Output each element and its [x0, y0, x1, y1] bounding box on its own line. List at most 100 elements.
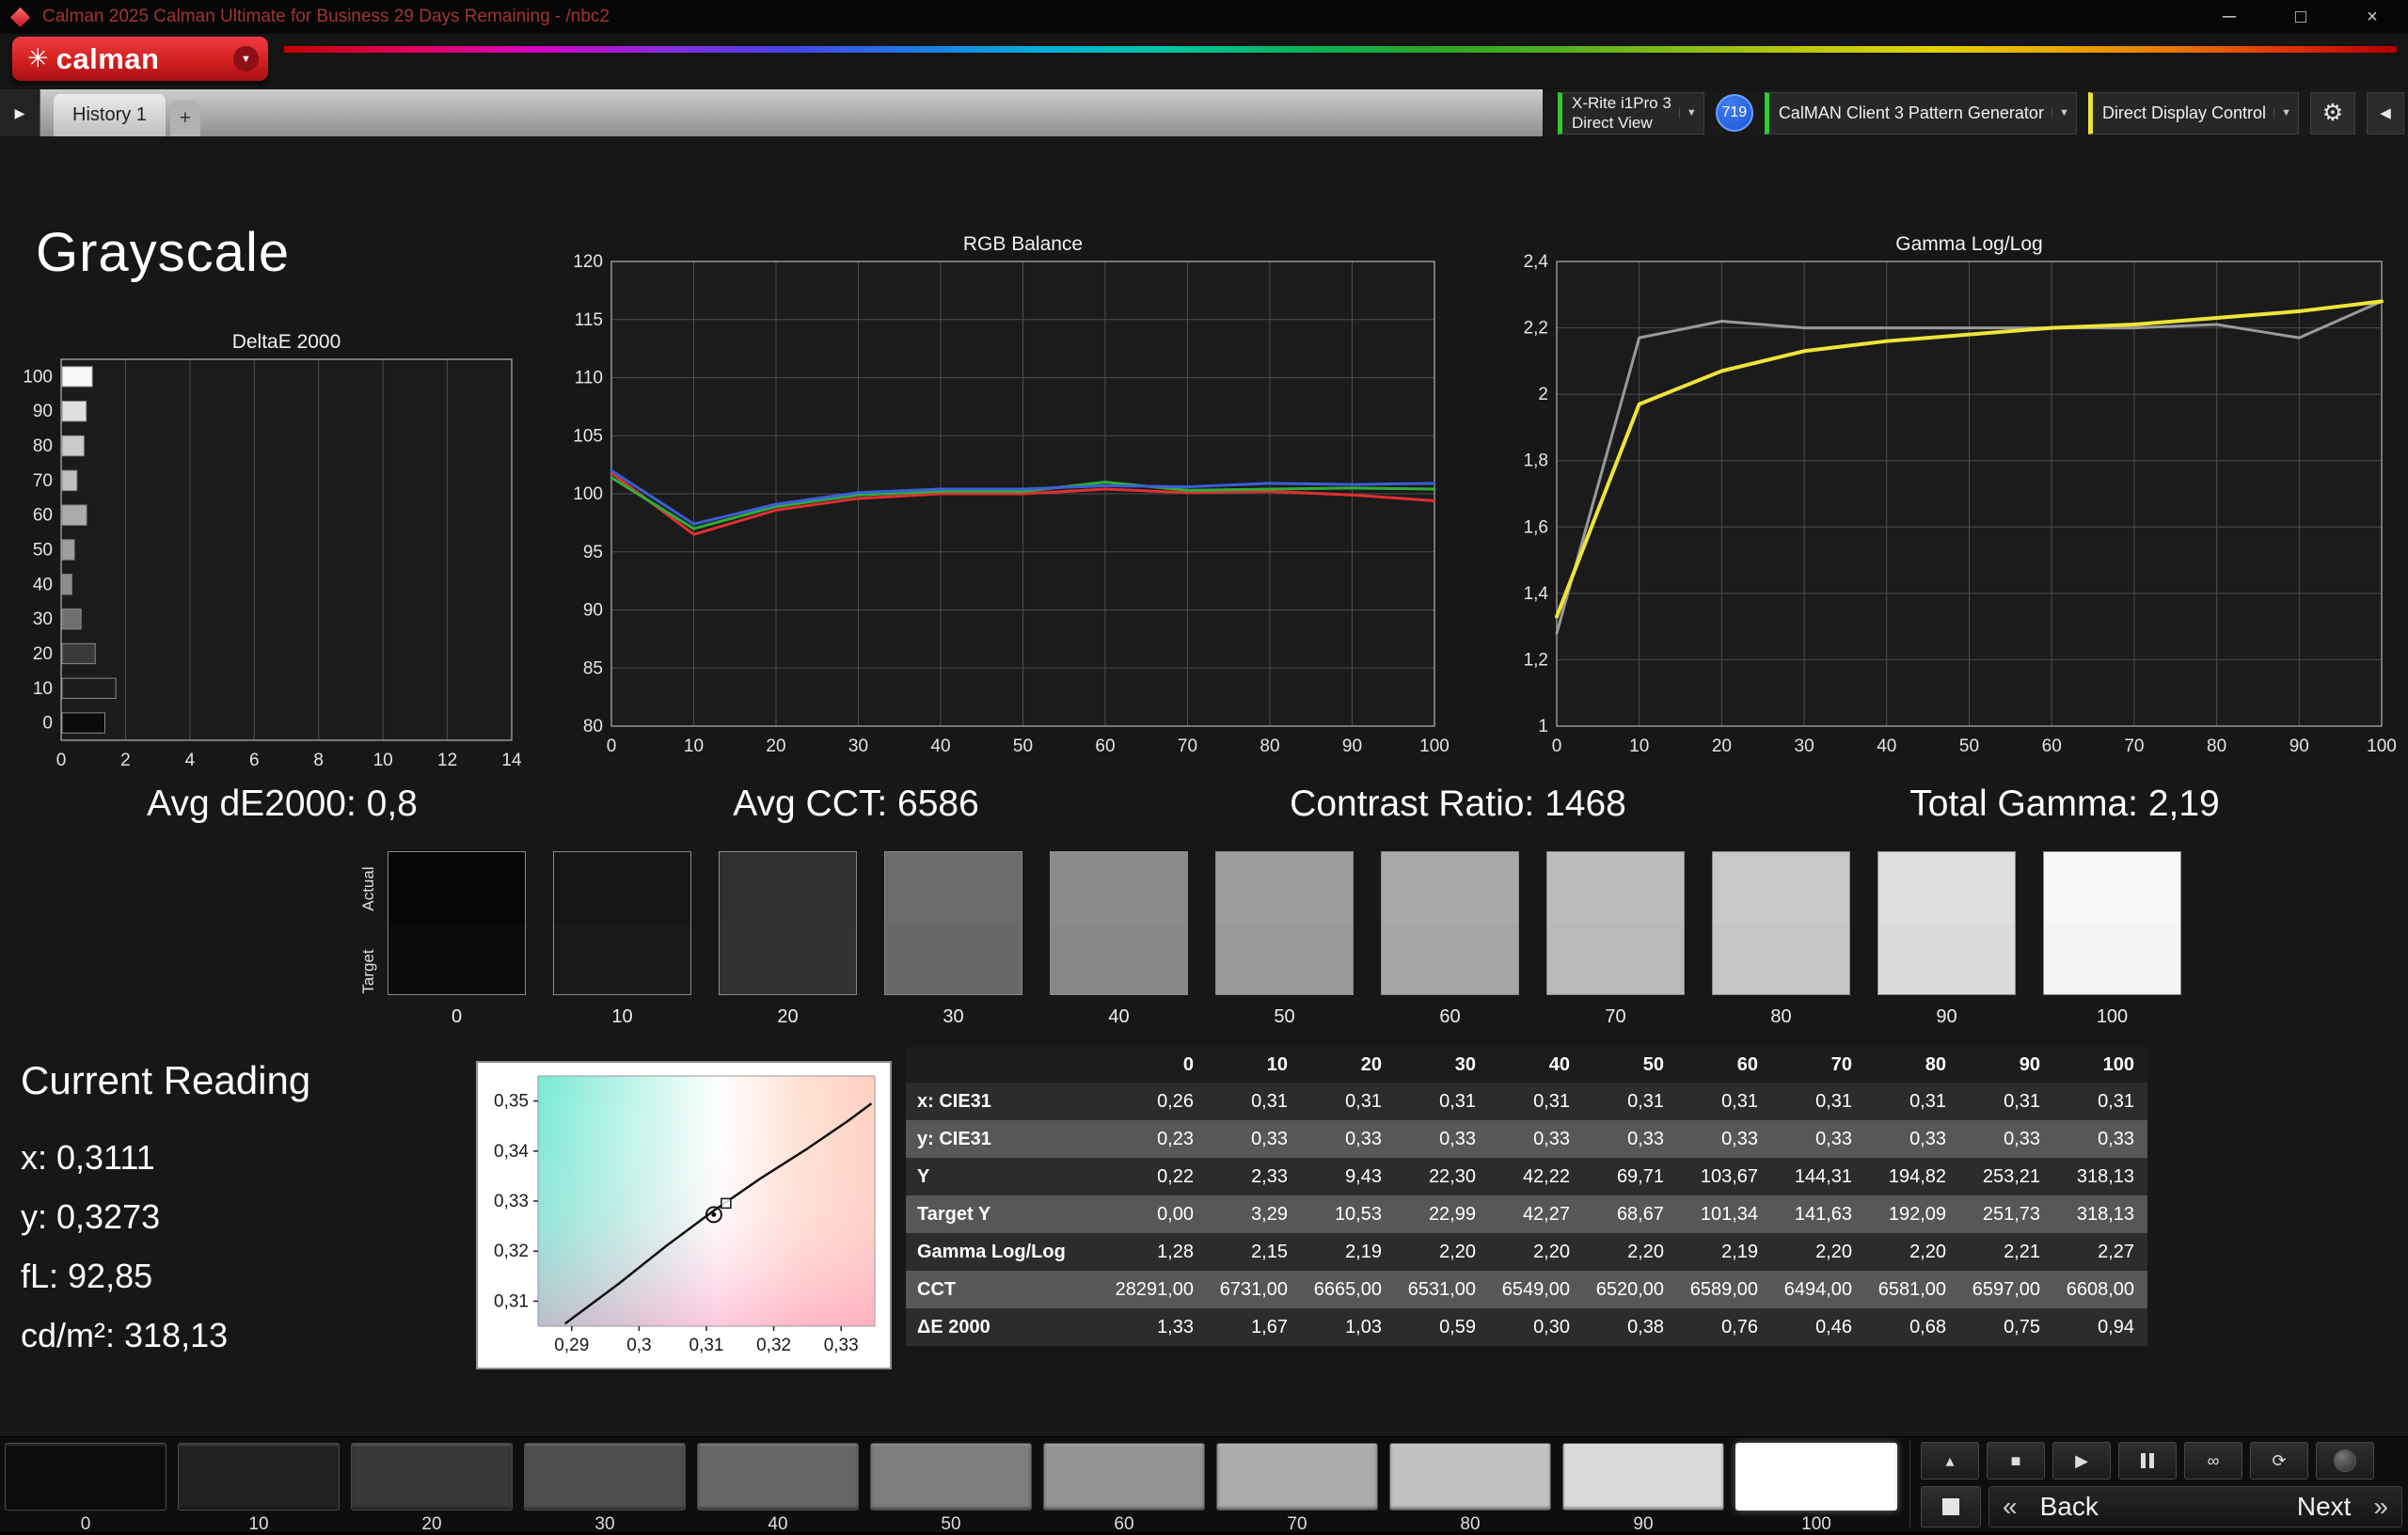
gear-icon[interactable]: ⚙: [2310, 91, 2355, 135]
swatch-level-label: 20: [777, 1006, 799, 1027]
target-row-label: Target: [359, 949, 377, 994]
grayscale-swatch: 20: [719, 851, 857, 1028]
pattern-level-cell: 70: [1216, 1443, 1378, 1535]
main-area: Grayscale 0 10 20 30 40 50 60 70 80 90 100 0 2 4 6 8 10 1…: [0, 136, 2408, 1436]
pattern-level-button[interactable]: [870, 1443, 1032, 1511]
svg-text:0,32: 0,32: [756, 1336, 791, 1355]
svg-text:20: 20: [1712, 736, 1732, 756]
grayscale-swatch: 80: [1712, 851, 1850, 1028]
table-cell: 0,31: [1301, 1083, 1395, 1120]
row-label: x: CIE31: [906, 1083, 1113, 1120]
table-cell: 0,26: [1113, 1083, 1207, 1120]
svg-text:20: 20: [33, 644, 53, 664]
pattern-level-button[interactable]: [1562, 1443, 1724, 1511]
back-button[interactable]: Back: [2018, 1492, 2121, 1522]
pattern-level-label: 70: [1287, 1514, 1307, 1534]
minimize-button[interactable]: ─: [2194, 0, 2265, 34]
pattern-level-button[interactable]: [351, 1443, 513, 1511]
play-icon[interactable]: ▶: [2052, 1442, 2111, 1480]
pattern-level-button[interactable]: [1043, 1443, 1205, 1511]
table-cell: 0,33: [1959, 1120, 2053, 1158]
pattern-level-label: 50: [941, 1514, 961, 1534]
meter-dropdown[interactable]: X-Rite i1Pro 3 Direct View ▼: [1557, 91, 1704, 135]
swatch-target: [388, 923, 525, 994]
table-cell: 6520,00: [1583, 1271, 1677, 1308]
svg-text:95: 95: [583, 543, 603, 562]
next-chevrons-icon[interactable]: »: [2373, 1492, 2388, 1522]
reading-x: x: 0,3111: [21, 1138, 155, 1177]
swatch-level-label: 0: [451, 1006, 463, 1027]
svg-text:0: 0: [56, 751, 67, 770]
svg-text:1,8: 1,8: [1524, 451, 1548, 471]
svg-text:80: 80: [1259, 736, 1279, 756]
svg-text:6: 6: [249, 751, 260, 770]
tab-history-1[interactable]: History 1: [54, 94, 166, 136]
svg-text:90: 90: [2289, 736, 2309, 756]
refresh-icon[interactable]: ⟳: [2250, 1442, 2308, 1480]
table-cell: 42,22: [1489, 1158, 1583, 1195]
collapse-panel-icon[interactable]: ◀: [2367, 91, 2404, 135]
close-button[interactable]: ×: [2337, 0, 2408, 34]
svg-text:60: 60: [1095, 736, 1115, 756]
swatch-level-label: 50: [1274, 1006, 1295, 1027]
pattern-generator-dropdown[interactable]: CalMAN Client 3 Pattern Generator ▼: [1764, 91, 2077, 135]
chevron-down-icon[interactable]: ▼: [233, 46, 259, 71]
svg-text:2,4: 2,4: [1524, 252, 1549, 272]
stop-icon[interactable]: ■: [1987, 1442, 2045, 1480]
column-header: 40: [1489, 1047, 1583, 1083]
maximize-button[interactable]: □: [2265, 0, 2337, 34]
pattern-level-button[interactable]: [5, 1443, 166, 1511]
pattern-level-button[interactable]: [524, 1443, 686, 1511]
pattern-level-label: 30: [594, 1514, 615, 1534]
swatch-target: [1216, 923, 1353, 994]
tab-scroll-button[interactable]: ▶: [0, 89, 40, 136]
pattern-level-cell: 100: [1735, 1443, 1897, 1535]
table-cell: 0,23: [1113, 1120, 1207, 1158]
swatch-actual: [2044, 852, 2180, 924]
add-tab-button[interactable]: +: [169, 101, 200, 136]
pattern-level-button[interactable]: [178, 1443, 340, 1511]
display-control-dropdown[interactable]: Direct Display Control ▼: [2087, 91, 2299, 135]
pattern-level-button[interactable]: [1389, 1443, 1551, 1511]
row-label: Y: [906, 1158, 1113, 1195]
svg-text:0,33: 0,33: [494, 1192, 529, 1211]
chevron-down-icon[interactable]: ▼: [1678, 107, 1697, 119]
contrast-ratio-stat: Contrast Ratio: 1468: [1290, 783, 1626, 824]
table-cell: 0,00: [1113, 1195, 1207, 1233]
back-chevrons-icon[interactable]: «: [2003, 1492, 2018, 1522]
pattern-level-button[interactable]: [697, 1443, 859, 1511]
pause-icon[interactable]: [2118, 1442, 2177, 1480]
next-button[interactable]: Next: [2274, 1492, 2374, 1522]
table-cell: 0,75: [1959, 1308, 2053, 1346]
chevron-down-icon[interactable]: ▼: [2052, 107, 2069, 119]
chevron-up-icon[interactable]: ▴: [1921, 1442, 1979, 1480]
chevron-down-icon[interactable]: ▼: [2273, 107, 2291, 119]
svg-text:0,32: 0,32: [494, 1242, 529, 1261]
record-icon[interactable]: [2316, 1442, 2374, 1480]
table-cell: 1,03: [1301, 1308, 1395, 1346]
svg-text:DeltaE 2000: DeltaE 2000: [232, 331, 341, 353]
svg-text:100: 100: [574, 484, 603, 504]
table-cell: 22,30: [1395, 1158, 1489, 1195]
table-cell: 2,20: [1489, 1233, 1583, 1271]
loop-icon[interactable]: ∞: [2184, 1442, 2242, 1480]
pattern-level-button[interactable]: [1216, 1443, 1378, 1511]
svg-text:70: 70: [1178, 736, 1197, 756]
swatch-actual: [1713, 852, 1849, 924]
pattern-generator-label: CalMAN Client 3 Pattern Generator: [1778, 103, 2044, 122]
grayscale-swatch: 90: [1877, 851, 2016, 1028]
pattern-level-cell: 0: [5, 1443, 166, 1535]
calman-menu-button[interactable]: ✳ calman ▼: [12, 37, 268, 81]
reading-cdm2: cd/m²: 318,13: [21, 1316, 229, 1354]
table-cell: 0,33: [1301, 1120, 1395, 1158]
swatch-actual: [1051, 852, 1187, 924]
pattern-level-cell: 20: [351, 1443, 513, 1535]
svg-text:4: 4: [185, 751, 196, 770]
pattern-level-button[interactable]: [1735, 1443, 1897, 1511]
stop-pattern-button[interactable]: [1921, 1486, 1981, 1527]
square-icon: [1942, 1498, 1959, 1515]
table-cell: 28291,00: [1113, 1271, 1207, 1308]
swatch-actual: [720, 852, 856, 924]
table-cell: 2,20: [1865, 1233, 1959, 1271]
grayscale-swatch: 30: [884, 851, 1022, 1028]
